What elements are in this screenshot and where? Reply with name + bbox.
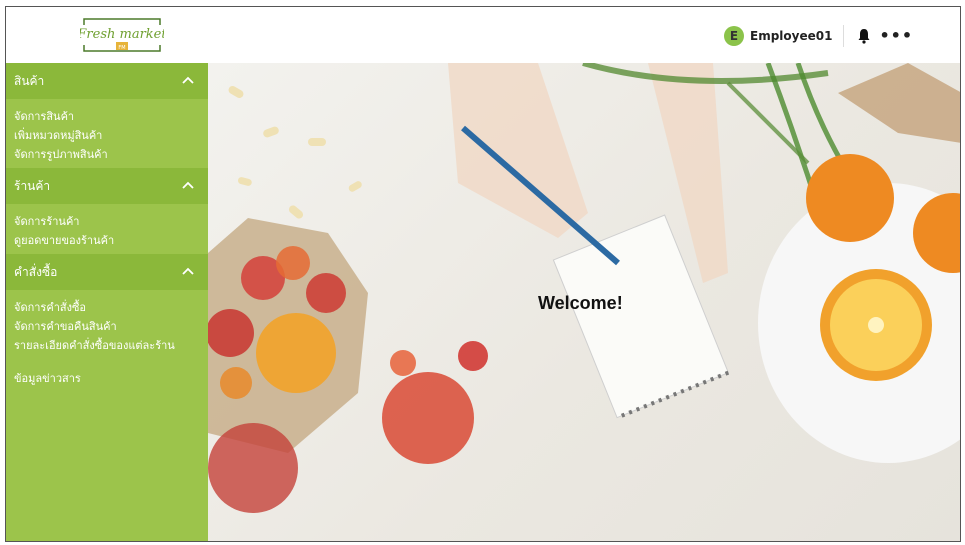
bell-icon[interactable] — [857, 28, 871, 44]
app-window: Fresh market FM E Employee01 ••• สินค้า … — [5, 6, 961, 542]
sidebar-item-manage-products[interactable]: จัดการสินค้า — [14, 107, 208, 126]
logo-sub: FM — [118, 45, 125, 51]
chevron-up-icon[interactable] — [182, 267, 194, 275]
sidebar-items-products: จัดการสินค้า เพิ่มหมวดหมู่สินค้า จัดการร… — [6, 99, 208, 168]
username[interactable]: Employee01 — [750, 29, 832, 43]
sidebar-section-shops[interactable]: ร้านค้า — [6, 168, 208, 204]
sidebar: สินค้า จัดการสินค้า เพิ่มหมวดหมู่สินค้า … — [6, 63, 208, 541]
header-divider — [843, 25, 845, 47]
sidebar-items-shops: จัดการร้านค้า ดูยอดขายของร้านค้า — [6, 204, 208, 254]
sidebar-section-products[interactable]: สินค้า — [6, 63, 208, 99]
sidebar-item-news[interactable]: ข้อมูลข่าวสาร — [6, 359, 208, 387]
sidebar-item-manage-orders[interactable]: จัดการคำสั่งซื้อ — [14, 298, 208, 317]
user-area: E Employee01 ••• — [724, 25, 913, 47]
sidebar-item-manage-shops[interactable]: จัดการร้านค้า — [14, 212, 208, 231]
chevron-up-icon[interactable] — [182, 76, 194, 84]
more-menu-icon[interactable]: ••• — [879, 28, 913, 44]
sidebar-item-manage-images[interactable]: จัดการรูปภาพสินค้า — [14, 145, 208, 164]
sidebar-section-orders[interactable]: คำสั่งซื้อ — [6, 254, 208, 290]
section-title: สินค้า — [14, 74, 45, 88]
sidebar-item-shop-sales[interactable]: ดูยอดขายของร้านค้า — [14, 231, 208, 250]
logo-text: Fresh market — [80, 27, 164, 42]
section-title: ร้านค้า — [14, 179, 51, 193]
main-content: Welcome! — [208, 63, 960, 541]
avatar[interactable]: E — [724, 26, 744, 46]
sidebar-items-orders: จัดการคำสั่งซื้อ จัดการคำขอคืนสินค้า ราย… — [6, 290, 208, 359]
welcome-heading: Welcome! — [538, 293, 623, 313]
sidebar-item-add-category[interactable]: เพิ่มหมวดหมู่สินค้า — [14, 126, 208, 145]
fresh-market-logo[interactable]: Fresh market FM — [76, 17, 167, 53]
section-title: คำสั่งซื้อ — [14, 265, 58, 279]
chevron-up-icon[interactable] — [182, 181, 194, 189]
top-header: Fresh market FM E Employee01 ••• — [6, 7, 960, 64]
sidebar-item-manage-returns[interactable]: จัดการคำขอคืนสินค้า — [14, 317, 208, 336]
sidebar-item-shop-order-details[interactable]: รายละเอียดคำสั่งซื้อของแต่ละร้าน — [14, 336, 208, 355]
